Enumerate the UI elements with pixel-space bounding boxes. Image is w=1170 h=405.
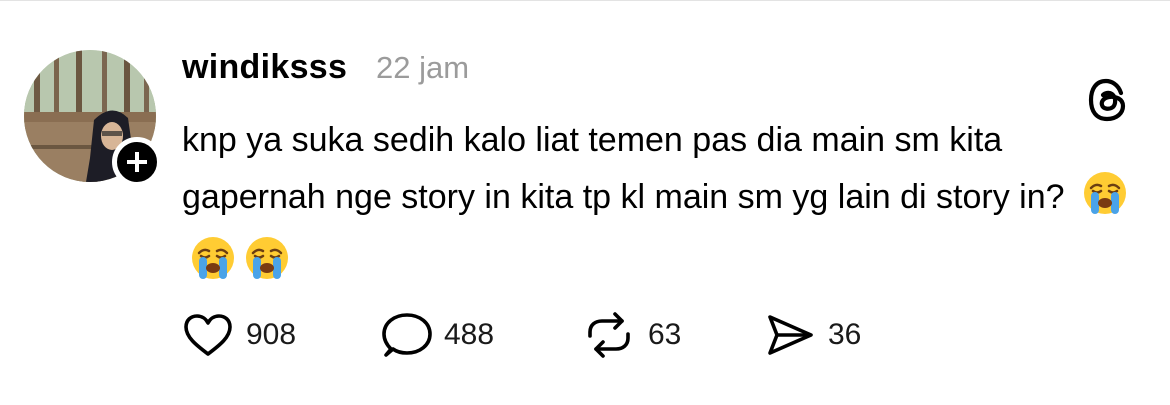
- repost-count: 63: [648, 318, 682, 351]
- follow-button[interactable]: [112, 137, 162, 187]
- share-count: 36: [828, 318, 862, 351]
- repost-icon: [588, 312, 630, 358]
- like-button[interactable]: 908: [182, 310, 296, 360]
- heart-icon: [184, 314, 232, 356]
- reply-bubble-icon: [382, 313, 432, 357]
- top-divider: [0, 0, 1170, 1]
- reply-button[interactable]: 488: [382, 310, 494, 360]
- crying-face-emoji: [1082, 170, 1128, 234]
- repost-button[interactable]: 63: [582, 310, 681, 360]
- crying-face-emoji: [244, 235, 290, 299]
- reply-count: 488: [444, 318, 495, 351]
- post-body: knp ya suka sedih kalo liat temen pas di…: [182, 121, 1065, 216]
- username[interactable]: windiksss: [182, 48, 347, 87]
- post-timestamp: 22 jam: [376, 50, 470, 85]
- send-icon: [768, 315, 813, 355]
- share-button[interactable]: 36: [764, 310, 861, 360]
- plus-icon: [127, 152, 147, 172]
- post-text: knp ya suka sedih kalo liat temen pas di…: [182, 112, 1142, 299]
- like-count: 908: [246, 318, 297, 351]
- crying-face-emoji: [190, 235, 236, 299]
